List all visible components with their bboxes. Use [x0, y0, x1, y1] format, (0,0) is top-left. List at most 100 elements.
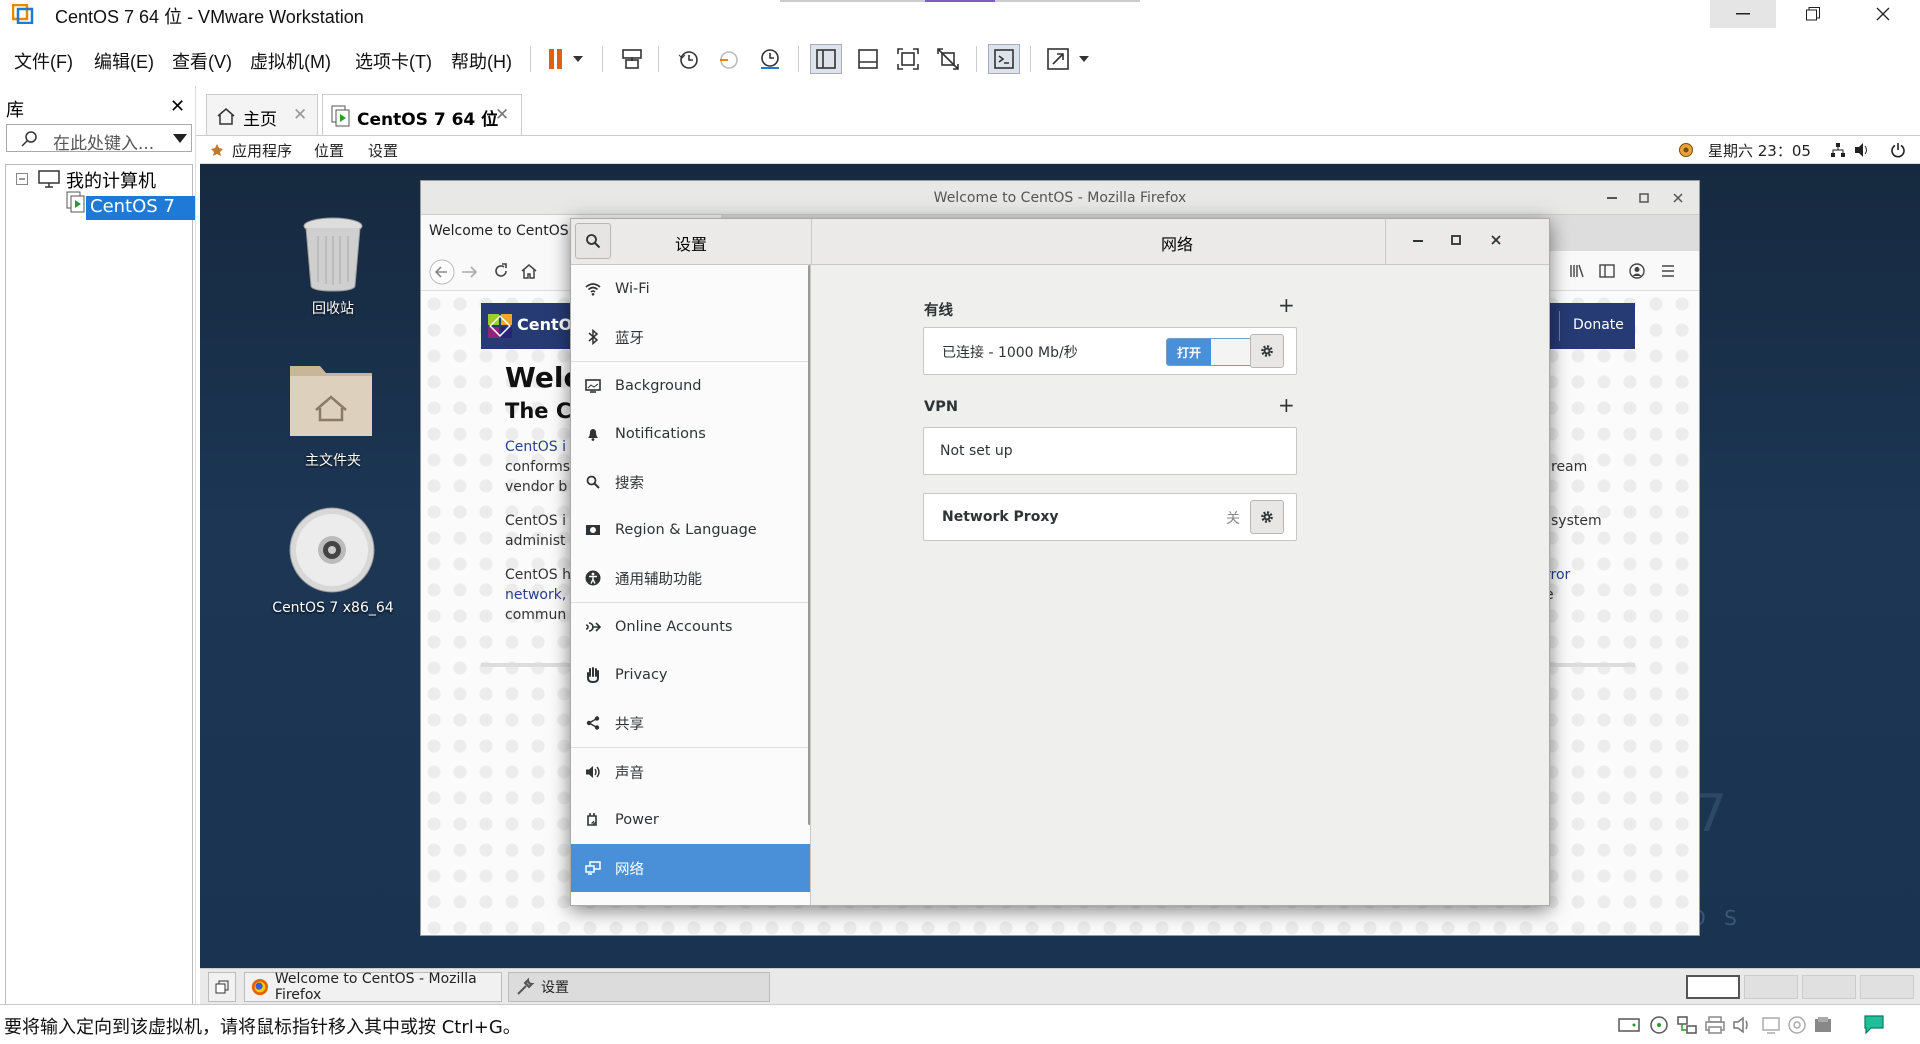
minimize-button[interactable]	[1710, 0, 1776, 28]
toggle-knob	[1211, 339, 1255, 365]
tab-home-close-icon[interactable]: ✕	[293, 105, 307, 125]
revert-snapshot-icon[interactable]	[712, 44, 744, 74]
close-window-button[interactable]	[1850, 0, 1916, 28]
network-link[interactable]: network,	[505, 587, 566, 603]
sidebar-scrollbar[interactable]	[808, 265, 810, 825]
firefox-window-title: Welcome to CentOS - Mozilla Firefox	[933, 190, 1187, 206]
tab-centos[interactable]: CentOS 7 64 位 ✕	[322, 94, 522, 136]
display-icon[interactable]	[1760, 1015, 1782, 1035]
sidebar-item-sound[interactable]: 声音	[571, 748, 810, 796]
sidebar-item-bluetooth[interactable]: 蓝牙	[571, 313, 810, 361]
tree-my-computer[interactable]: 我的计算机	[66, 167, 156, 193]
workspace-4[interactable]	[1860, 975, 1914, 999]
firefox-close-icon[interactable]	[1673, 193, 1683, 203]
sound-card-icon[interactable]	[1732, 1015, 1754, 1035]
library-search-input[interactable]: 在此处键入...	[6, 124, 192, 154]
dropdown-arrow-icon[interactable]	[173, 134, 187, 143]
gnome-applications-menu[interactable]: 应用程序	[232, 140, 292, 161]
gnome-places-menu[interactable]: 位置	[314, 140, 344, 161]
settings-search-button[interactable]	[575, 223, 611, 259]
sidebar-icon[interactable]	[1599, 263, 1615, 279]
settings-maximize-icon[interactable]	[1451, 235, 1461, 245]
tab-centos-close-icon[interactable]: ✕	[495, 105, 509, 125]
library-icon[interactable]	[1569, 263, 1585, 279]
centos-link[interactable]: CentOS i	[505, 439, 566, 455]
power-menu-icon[interactable]	[1890, 142, 1906, 158]
home-folder-icon[interactable]	[288, 358, 374, 438]
cd-drive-icon[interactable]	[1648, 1015, 1670, 1035]
add-vpn-button[interactable]: +	[1278, 393, 1295, 417]
library-close-icon[interactable]: ✕	[170, 96, 185, 117]
stretch-guest-icon[interactable]	[1042, 44, 1098, 74]
workspace-1[interactable]	[1686, 975, 1740, 999]
gnome-clock[interactable]: 星期六 23：05	[1708, 140, 1811, 161]
settings-close-icon[interactable]	[1491, 235, 1501, 245]
taskbar-firefox[interactable]: Welcome to CentOS - Mozilla Firefox	[244, 971, 502, 1003]
reload-icon[interactable]	[493, 263, 509, 279]
hard-disk-icon[interactable]	[1618, 1015, 1640, 1035]
sidebar-item-accessibility[interactable]: 通用辅助功能	[571, 554, 810, 602]
sidebar-item-label: Background	[615, 378, 702, 394]
show-desktop-button[interactable]	[208, 972, 236, 1002]
trash-icon[interactable]	[300, 216, 366, 292]
network-proxy-row[interactable]: Network Proxy 关	[923, 493, 1297, 541]
settings-minimize-icon[interactable]	[1413, 240, 1423, 242]
window-title: CentOS 7 64 位 - VMware Workstation	[55, 7, 364, 27]
sidebar-item-power[interactable]: Power	[571, 796, 810, 844]
tree-vm-centos[interactable]: CentOS 7 64	[86, 196, 195, 238]
wired-toggle-switch[interactable]: 打开	[1166, 338, 1256, 366]
network-adapter-icon[interactable]	[1676, 1015, 1698, 1035]
sidebar-item-network[interactable]: 网络	[571, 844, 810, 892]
menu-edit[interactable]: 编辑(E)	[94, 48, 154, 74]
thumbnail-bar-icon[interactable]	[852, 44, 884, 74]
forward-icon[interactable]	[461, 264, 479, 280]
menu-file[interactable]: 文件(F)	[14, 48, 73, 74]
network-icon	[585, 861, 601, 875]
full-screen-icon[interactable]	[892, 44, 924, 74]
unity-mode-icon[interactable]	[932, 44, 964, 74]
sidebar-item-sharing[interactable]: 共享	[571, 699, 810, 747]
network-status-icon[interactable]	[1830, 142, 1846, 158]
menu-vm[interactable]: 虚拟机(M)	[250, 48, 331, 74]
sidebar-item-background[interactable]: Background	[571, 362, 810, 410]
firefox-home-icon[interactable]	[521, 263, 537, 279]
back-icon[interactable]	[429, 259, 455, 285]
wired-settings-button[interactable]	[1250, 334, 1284, 368]
workspace-2[interactable]	[1744, 975, 1798, 999]
workspace-3[interactable]	[1802, 975, 1856, 999]
collapse-icon[interactable]	[16, 173, 28, 185]
message-log-icon[interactable]	[1862, 1013, 1886, 1035]
menu-tabs[interactable]: 选项卡(T)	[355, 48, 432, 74]
menu-help[interactable]: 帮助(H)	[451, 48, 512, 74]
donate-link[interactable]: Donate	[1573, 317, 1624, 333]
firefox-minimize-icon[interactable]	[1607, 197, 1617, 199]
send-ctrl-alt-del-icon[interactable]	[616, 44, 648, 74]
snapshot-icon[interactable]	[672, 44, 704, 74]
account-icon[interactable]	[1629, 263, 1645, 279]
gnome-settings-menu[interactable]: 设置	[368, 140, 398, 161]
restore-button[interactable]	[1780, 0, 1846, 28]
sidebar-item-wifi[interactable]: Wi-Fi	[571, 265, 810, 313]
sidebar-item-online-accounts[interactable]: Online Accounts	[571, 603, 810, 651]
usb-icon[interactable]	[1786, 1015, 1808, 1035]
optical-disc-icon[interactable]	[288, 506, 376, 594]
removable-device-icon[interactable]	[1812, 1015, 1834, 1035]
sidebar-item-privacy[interactable]: Privacy	[571, 651, 810, 699]
snapshot-manager-icon[interactable]	[754, 44, 786, 74]
tab-home[interactable]: 主页 ✕	[206, 94, 318, 136]
sidebar-item-search[interactable]: 搜索	[571, 458, 810, 506]
hamburger-menu-icon[interactable]	[1661, 264, 1675, 278]
add-wired-button[interactable]: +	[1278, 293, 1295, 317]
volume-icon[interactable]	[1854, 142, 1870, 158]
console-view-icon[interactable]	[988, 44, 1020, 74]
online-accounts-icon	[585, 622, 601, 632]
taskbar-settings[interactable]: 设置	[508, 972, 770, 1002]
printer-icon[interactable]	[1704, 1015, 1726, 1035]
sidebar-item-notifications[interactable]: Notifications	[571, 410, 810, 458]
firefox-maximize-icon[interactable]	[1639, 193, 1649, 203]
proxy-settings-button[interactable]	[1250, 500, 1284, 534]
sidebar-item-region[interactable]: Region & Language	[571, 506, 810, 554]
menu-view[interactable]: 查看(V)	[172, 48, 232, 74]
show-library-icon[interactable]	[810, 44, 842, 74]
pause-vm-button[interactable]	[540, 44, 590, 74]
